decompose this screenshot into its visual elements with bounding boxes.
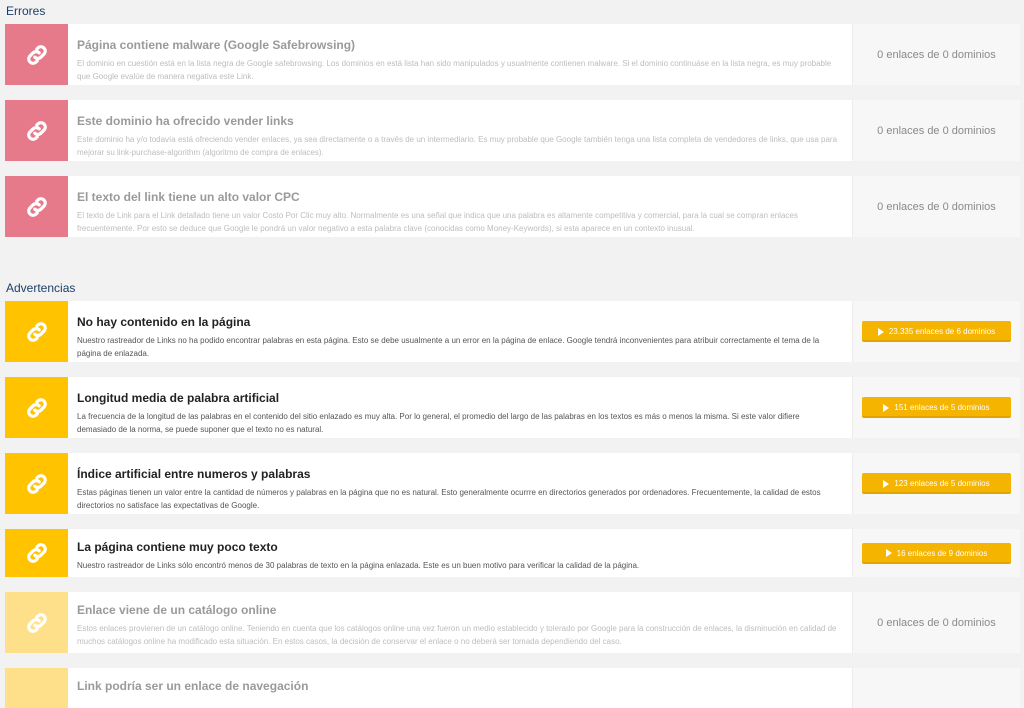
card-side: 0 enlaces de 0 dominios (853, 100, 1020, 161)
card-side: 0 enlaces de 0 dominios (853, 24, 1020, 85)
link-icon (24, 610, 50, 636)
card-title: Link podría ser un enlace de navegación (77, 679, 309, 693)
warnings-section-title: Advertencias (6, 281, 76, 295)
warning-icon-box (5, 592, 68, 653)
warning-card-no-content: No hay contenido en la página Nuestro ra… (5, 301, 1020, 362)
card-side: 16 enlaces de 9 dominios (853, 529, 1020, 577)
card-content: Link podría ser un enlace de navegación (68, 668, 853, 708)
error-icon-box (5, 24, 68, 85)
link-count: 16 enlaces de 9 dominios (896, 548, 988, 558)
warning-card-little-text: La página contiene muy poco texto Nuestr… (5, 529, 1020, 577)
card-content: No hay contenido en la página Nuestro ra… (68, 301, 853, 362)
link-count: 0 enlaces de 0 dominios (877, 200, 996, 213)
card-side: 0 enlaces de 0 dominios (853, 592, 1020, 653)
card-side: 23.335 enlaces de 6 dominios (853, 301, 1020, 362)
card-description: Estos enlaces provienen de un catálogo o… (77, 624, 837, 646)
play-icon (883, 403, 890, 412)
link-icon (24, 471, 50, 497)
link-count: 0 enlaces de 0 dominios (877, 124, 996, 137)
card-description: La frecuencia de la longitud de las pala… (77, 412, 800, 434)
card-side (853, 668, 1020, 708)
card-title: La página contiene muy poco texto (77, 540, 278, 554)
card-title: Página contiene malware (Google Safebrow… (77, 38, 356, 52)
card-title: El texto del link tiene un alto valor CP… (77, 190, 300, 204)
show-links-button[interactable]: 16 enlaces de 9 dominios (862, 542, 1011, 564)
link-count: 123 enlaces de 5 dominios (894, 479, 990, 488)
link-count: 151 enlaces de 5 dominios (894, 403, 990, 412)
link-icon (24, 395, 50, 421)
card-title: Este dominio ha ofrecido vender links (77, 114, 294, 128)
warning-icon-box (5, 668, 68, 708)
error-card-malware: Página contiene malware (Google Safebrow… (5, 24, 1020, 85)
link-icon (24, 42, 50, 68)
warning-icon-box (5, 301, 68, 362)
card-title: Enlace viene de un catálogo online (77, 603, 277, 617)
link-count: 0 enlaces de 0 dominios (877, 616, 996, 629)
warning-card-navigation-link: Link podría ser un enlace de navegación (5, 668, 1020, 708)
error-icon-box (5, 176, 68, 237)
play-icon (885, 549, 892, 557)
card-description: Este dominio ha y/o todavía está ofrecie… (77, 135, 838, 157)
link-count: 0 enlaces de 0 dominios (877, 48, 996, 61)
card-description: El texto de Link para el Link detallado … (77, 211, 798, 233)
card-side: 151 enlaces de 5 dominios (853, 377, 1020, 438)
card-content: Página contiene malware (Google Safebrow… (68, 24, 853, 85)
link-icon (24, 540, 50, 566)
show-links-button[interactable]: 23.335 enlaces de 6 dominios (862, 321, 1011, 342)
play-icon (877, 327, 884, 336)
card-description: Estas páginas tienen un valor entre la c… (77, 488, 821, 510)
card-description: Nuestro rastreador de Links sólo encontr… (77, 561, 640, 570)
card-side: 123 enlaces de 5 dominios (853, 453, 1020, 514)
error-icon-box (5, 100, 68, 161)
card-side: 0 enlaces de 0 dominios (853, 176, 1020, 237)
link-icon (24, 194, 50, 220)
warning-card-catalog: Enlace viene de un catálogo online Estos… (5, 592, 1020, 653)
card-content: Longitud media de palabra artificial La … (68, 377, 853, 438)
warning-icon-box (5, 377, 68, 438)
show-links-button[interactable]: 123 enlaces de 5 dominios (862, 473, 1011, 494)
play-icon (883, 479, 890, 488)
error-card-high-cpc: El texto del link tiene un alto valor CP… (5, 176, 1020, 237)
link-icon (24, 118, 50, 144)
card-content: Índice artificial entre numeros y palabr… (68, 453, 853, 514)
card-content: Este dominio ha ofrecido vender links Es… (68, 100, 853, 161)
card-title: No hay contenido en la página (77, 315, 251, 329)
card-content: Enlace viene de un catálogo online Estos… (68, 592, 853, 653)
warning-icon-box (5, 453, 68, 514)
card-description: Nuestro rastreador de Links no ha podido… (77, 336, 820, 358)
warning-icon-box (5, 529, 68, 577)
card-content: El texto del link tiene un alto valor CP… (68, 176, 853, 237)
error-card-sells-links: Este dominio ha ofrecido vender links Es… (5, 100, 1020, 161)
card-title: Índice artificial entre numeros y palabr… (77, 467, 311, 481)
link-icon (24, 319, 50, 345)
errors-section-title: Errores (6, 4, 46, 18)
card-description: El dominio en cuestión está en la lista … (77, 59, 832, 81)
show-links-button[interactable]: 151 enlaces de 5 dominios (862, 397, 1011, 418)
warning-card-word-length: Longitud media de palabra artificial La … (5, 377, 1020, 438)
warning-card-number-ratio: Índice artificial entre numeros y palabr… (5, 453, 1020, 514)
link-count: 23.335 enlaces de 6 dominios (888, 327, 996, 336)
card-content: La página contiene muy poco texto Nuestr… (68, 529, 853, 577)
card-title: Longitud media de palabra artificial (77, 391, 280, 405)
